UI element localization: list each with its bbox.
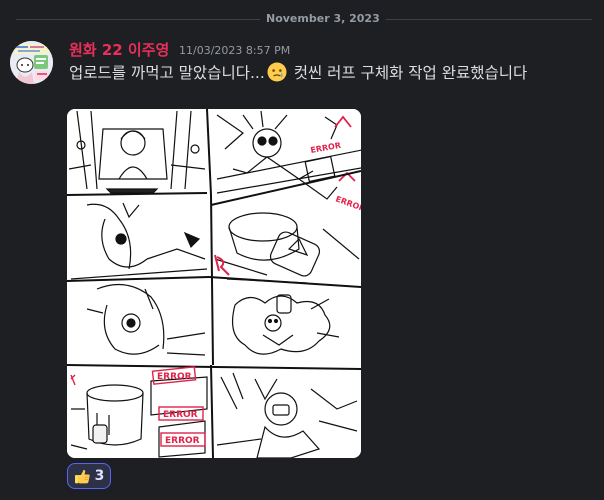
chat-page: November 3, 2023 원화 22 이주영 11/03/2023 8:… [0,0,604,500]
thumbs-up-icon [74,468,91,485]
message-author[interactable]: 원화 22 이주영 [69,40,169,60]
message-content: 업로드를 까먹고 말았습니다... 컷씬 러프 구체화 작업 완료했습니다 [69,62,569,85]
avatar-image [10,41,53,84]
message-timestamp[interactable]: 11/03/2023 8:57 PM [179,44,290,58]
message-text-part-1: 업로드를 까먹고 말았습니다... [69,64,265,82]
image-attachment[interactable]: ERROR ERROR ERROR ERROR ERROR [67,109,361,458]
reaction-count: 3 [94,468,105,484]
reaction-thumbs-up[interactable]: 3 [67,463,111,489]
message-text-part-2: 컷씬 러프 구체화 작업 완료했습니다 [288,64,528,82]
face-holding-back-tears-icon [267,62,287,82]
svg-text:ERROR: ERROR [165,436,200,446]
svg-text:ERROR: ERROR [163,410,198,420]
storyboard-image: ERROR ERROR ERROR ERROR ERROR [67,109,361,458]
date-divider-label: November 3, 2023 [260,10,386,28]
avatar[interactable] [10,41,53,84]
date-divider: November 3, 2023 [16,9,592,31]
